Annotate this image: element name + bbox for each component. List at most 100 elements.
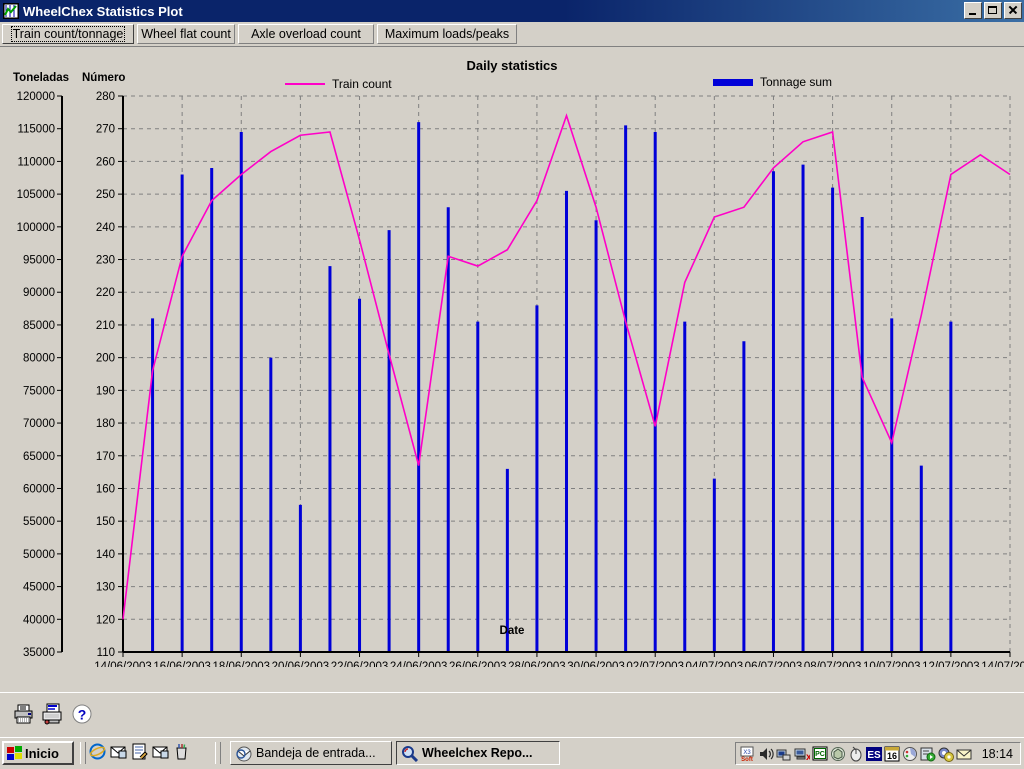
svg-text:10/07/2003: 10/07/2003 [863, 661, 921, 667]
svg-text:28/06/2003: 28/06/2003 [508, 661, 566, 667]
svg-text:280: 280 [96, 91, 115, 103]
chart-app-icon [3, 3, 19, 19]
network-disconnected-icon[interactable]: x [794, 746, 810, 762]
internet-explorer-icon[interactable] [89, 743, 106, 760]
svg-text:250: 250 [96, 189, 115, 201]
svg-text:12/07/2003: 12/07/2003 [922, 661, 980, 667]
svg-text:150: 150 [96, 516, 115, 528]
svg-text:x: x [806, 752, 810, 762]
svg-text:55000: 55000 [23, 516, 55, 528]
media-icon[interactable] [920, 746, 936, 762]
svg-text:45000: 45000 [23, 582, 55, 594]
tab-maximum-loads-peaks[interactable]: Maximum loads/peaks [377, 24, 517, 44]
svg-text:180: 180 [96, 418, 115, 430]
language-icon[interactable]: ES [865, 746, 882, 762]
notepad-icon[interactable] [131, 743, 148, 760]
taskbar-button-label: Bandeja de entrada... [256, 746, 376, 760]
svg-text:120000: 120000 [17, 91, 55, 103]
svg-text:90000: 90000 [23, 287, 55, 299]
outlook-express-icon[interactable] [110, 743, 127, 760]
svg-text:ES: ES [867, 750, 881, 761]
svg-text:110000: 110000 [17, 156, 55, 168]
trash-icon[interactable] [173, 743, 190, 760]
svg-text:60000: 60000 [23, 483, 55, 495]
tab-strip: Train count/tonnage Wheel flat count Axl… [0, 23, 1024, 47]
outlook-icon [235, 745, 253, 762]
volume-icon[interactable] [758, 746, 774, 762]
title-bar: WheelChex Statistics Plot [0, 0, 1024, 22]
taskbar: Inicio Bandeja de entrada... Wheelchex R… [0, 737, 1024, 769]
tab-label: Maximum loads/peaks [384, 27, 510, 41]
svg-text:02/07/2003: 02/07/2003 [626, 661, 684, 667]
svg-text:95000: 95000 [23, 255, 55, 267]
svg-text:110: 110 [97, 647, 115, 659]
quick-launch-bar [89, 743, 190, 760]
taskbar-button-wheelchex-repo[interactable]: Wheelchex Repo... [396, 741, 560, 765]
svg-text:26/06/2003: 26/06/2003 [449, 661, 507, 667]
print-icon[interactable] [13, 703, 35, 725]
svg-text:16: 16 [887, 751, 897, 761]
soft-icon[interactable]: X3 Soft [740, 746, 756, 762]
svg-text:160: 160 [96, 483, 115, 495]
settings-icon[interactable] [938, 746, 954, 762]
calendar-icon[interactable]: 16 [884, 746, 900, 762]
svg-text:210: 210 [96, 320, 115, 332]
svg-text:16/06/2003: 16/06/2003 [153, 661, 211, 667]
network-icon[interactable] [776, 746, 792, 762]
svg-text:22/06/2003: 22/06/2003 [331, 661, 389, 667]
window-title: WheelChex Statistics Plot [23, 3, 183, 19]
mail-icon[interactable] [152, 743, 169, 760]
task-area-grip[interactable] [215, 742, 221, 764]
x-axis-label: Date [499, 625, 525, 637]
svg-text:PC: PC [815, 751, 825, 758]
svg-text:80000: 80000 [23, 353, 55, 365]
svg-text:105000: 105000 [17, 189, 55, 201]
svg-text:24/06/2003: 24/06/2003 [390, 661, 448, 667]
svg-text:14/07/2003: 14/07/2003 [981, 661, 1024, 667]
svg-text:Soft: Soft [741, 757, 753, 762]
svg-text:220: 220 [96, 287, 115, 299]
svg-text:X3: X3 [743, 750, 751, 756]
svg-text:35000: 35000 [23, 647, 55, 659]
svg-text:200: 200 [96, 353, 115, 365]
svg-text:50000: 50000 [23, 549, 55, 561]
tab-label: Axle overload count [251, 27, 361, 41]
envelope-icon[interactable] [956, 746, 972, 762]
svg-text:140: 140 [96, 549, 115, 561]
svg-text:170: 170 [96, 451, 115, 463]
chart-canvas[interactable]: 1103500012040000130450001405000015055000… [0, 47, 1024, 667]
print-preview-icon[interactable] [41, 703, 63, 725]
palette-icon[interactable] [902, 746, 918, 762]
application-window: WheelChex Statistics Plot Train count/to… [0, 0, 1024, 769]
window-controls [964, 2, 1022, 19]
svg-text:75000: 75000 [23, 385, 55, 397]
bottom-toolbar: ? [0, 692, 1024, 737]
restore-button[interactable] [984, 2, 1002, 19]
pc-icon[interactable]: PC [812, 746, 828, 762]
mouse-icon[interactable] [848, 746, 864, 762]
svg-text:04/07/2003: 04/07/2003 [686, 661, 744, 667]
tab-label: Train count/tonnage [10, 26, 126, 42]
minimize-button[interactable] [964, 2, 982, 19]
svg-text:20/06/2003: 20/06/2003 [272, 661, 330, 667]
svg-text:100000: 100000 [17, 222, 55, 234]
svg-text:30/06/2003: 30/06/2003 [567, 661, 625, 667]
help-icon[interactable]: ? [71, 703, 93, 725]
svg-text:65000: 65000 [23, 451, 55, 463]
close-button[interactable] [1004, 2, 1022, 19]
tab-label: Wheel flat count [141, 27, 231, 41]
tab-wheel-flat-count[interactable]: Wheel flat count [137, 24, 235, 44]
taskbar-button-label: Wheelchex Repo... [422, 746, 533, 760]
start-button[interactable]: Inicio [2, 741, 74, 765]
tab-train-count-tonnage[interactable]: Train count/tonnage [2, 24, 134, 44]
taskbar-button-bandeja-de-entrada[interactable]: Bandeja de entrada... [230, 741, 392, 765]
svg-text:130: 130 [96, 582, 115, 594]
package-icon[interactable] [830, 746, 846, 762]
quick-launch-grip[interactable] [80, 742, 86, 764]
svg-text:?: ? [78, 707, 87, 723]
tab-axle-overload-count[interactable]: Axle overload count [238, 24, 374, 44]
clock[interactable]: 18:14 [982, 747, 1013, 761]
windows-logo-icon [7, 745, 23, 761]
plot-panel: Daily statistics Toneladas Número Train … [0, 47, 1024, 692]
svg-text:240: 240 [96, 222, 115, 234]
